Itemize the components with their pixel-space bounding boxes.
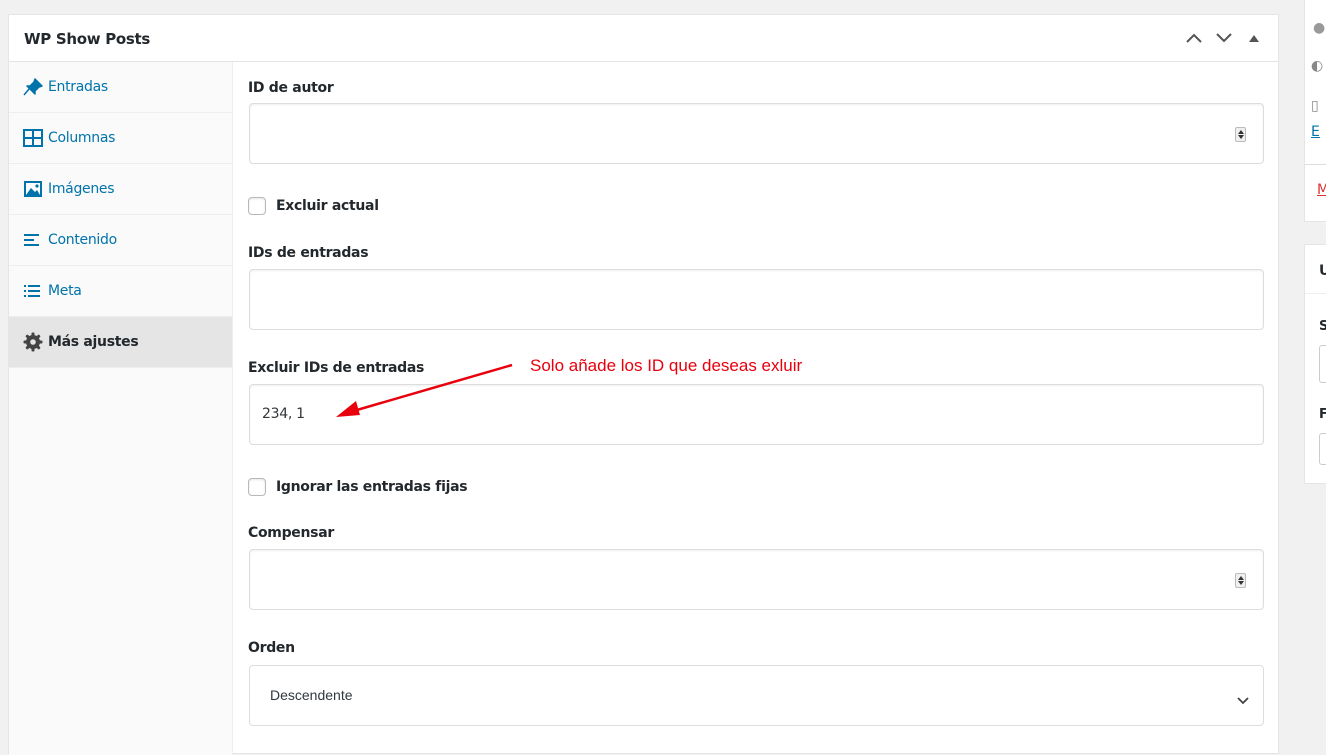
settings-tabs: Entradas Columnas Imágenes Contenido Met… — [9, 62, 233, 755]
image-icon — [23, 179, 45, 199]
post-ids-input[interactable] — [249, 269, 1264, 330]
ignore-sticky-row: Ignorar las entradas fijas — [248, 478, 468, 496]
offset-label: Compensar — [248, 525, 334, 541]
columns-icon — [23, 128, 45, 148]
tab-label: Más ajustes — [48, 334, 139, 350]
triangle-up-icon[interactable] — [1244, 28, 1264, 48]
ignore-sticky-checkbox[interactable] — [248, 478, 266, 496]
tab-columnas[interactable]: Columnas — [9, 113, 232, 164]
author-id-input[interactable] — [249, 103, 1264, 164]
tab-label: Contenido — [48, 232, 117, 248]
tab-label: Columnas — [48, 130, 116, 146]
post-ids-label: IDs de entradas — [248, 245, 369, 261]
tab-label: Entradas — [48, 79, 108, 95]
number-spinner-icon[interactable] — [1235, 127, 1246, 142]
author-id-label: ID de autor — [248, 80, 334, 96]
metabox-controls — [1184, 28, 1264, 48]
metabox-header: WP Show Posts — [9, 15, 1278, 62]
list-icon — [23, 281, 45, 301]
tab-contenido[interactable]: Contenido — [9, 215, 232, 266]
offset-input[interactable] — [249, 549, 1264, 610]
visibility-icon: ● — [1313, 20, 1326, 36]
order-label: Orden — [248, 640, 295, 656]
gear-icon — [23, 332, 45, 352]
number-spinner-icon[interactable] — [1235, 573, 1246, 588]
align-left-icon — [23, 230, 45, 250]
annotation-arrow — [336, 363, 513, 417]
tab-mas-ajustes[interactable]: Más ajustes — [9, 317, 232, 368]
chevron-up-icon[interactable] — [1184, 28, 1204, 48]
move-to-trash-link[interactable]: M — [1317, 182, 1326, 198]
exclude-post-ids-value: 234, 1 — [262, 406, 305, 422]
exclude-current-row: Excluir actual — [248, 197, 379, 215]
tab-meta[interactable]: Meta — [9, 266, 232, 317]
order-selected-value: Descendente — [270, 687, 353, 703]
right-publish-panel: ● ◐ ▯ E M — [1304, 0, 1326, 222]
calendar-icon: ▯ — [1311, 98, 1319, 114]
chevron-down-icon — [1237, 690, 1249, 709]
tab-label: Meta — [48, 283, 82, 299]
field-label: S — [1319, 319, 1326, 334]
tab-imagenes[interactable]: Imágenes — [9, 164, 232, 215]
metabox-title: WP Show Posts — [24, 30, 151, 48]
panel-input[interactable] — [1319, 345, 1326, 383]
annotation-text: Solo añade los ID que deseas exluir — [530, 356, 803, 375]
pin-icon — [23, 77, 45, 97]
eye-icon: ◐ — [1311, 58, 1324, 74]
edit-link[interactable]: E — [1311, 124, 1320, 140]
right-secondary-panel: U S F — [1304, 244, 1326, 484]
exclude-current-label: Excluir actual — [276, 198, 379, 214]
panel-title: U — [1319, 263, 1326, 279]
panel-input[interactable] — [1319, 433, 1326, 465]
exclude-current-checkbox[interactable] — [248, 197, 266, 215]
panel-divider — [1305, 164, 1326, 165]
tab-entradas[interactable]: Entradas — [9, 62, 232, 113]
ignore-sticky-label: Ignorar las entradas fijas — [276, 479, 468, 495]
order-select[interactable]: Descendente — [249, 665, 1264, 726]
field-label: F — [1319, 407, 1326, 422]
tab-label: Imágenes — [48, 181, 115, 197]
chevron-down-icon[interactable] — [1214, 28, 1234, 48]
panel-divider — [1305, 293, 1326, 294]
